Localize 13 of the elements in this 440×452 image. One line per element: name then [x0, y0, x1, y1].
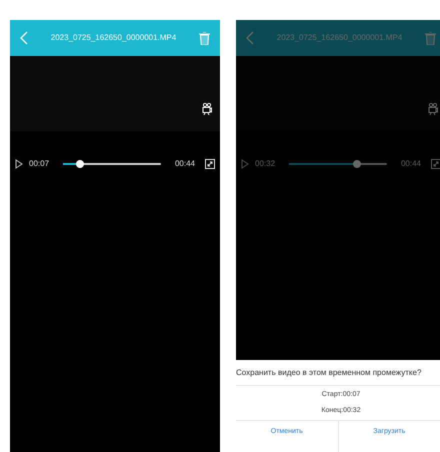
back-icon[interactable]: [246, 31, 254, 45]
video-title: 2023_0725_162650_0000001.MP4: [50, 32, 176, 44]
video-title: 2023_0725_162650_0000001.MP4: [276, 32, 402, 44]
total-time: 00:44: [400, 158, 421, 170]
camera-icon[interactable]: [202, 103, 212, 115]
current-time: 00:32: [255, 158, 276, 170]
total-time: 00:44: [174, 158, 195, 170]
back-icon[interactable]: [20, 31, 28, 45]
dialog-question: Сохранить видео в этом временном промежутке?: [236, 366, 422, 378]
trash-icon[interactable]: [198, 32, 210, 44]
fullscreen-icon[interactable]: [205, 159, 215, 169]
current-time: 00:07: [29, 158, 50, 170]
play-icon[interactable]: [15, 159, 23, 169]
